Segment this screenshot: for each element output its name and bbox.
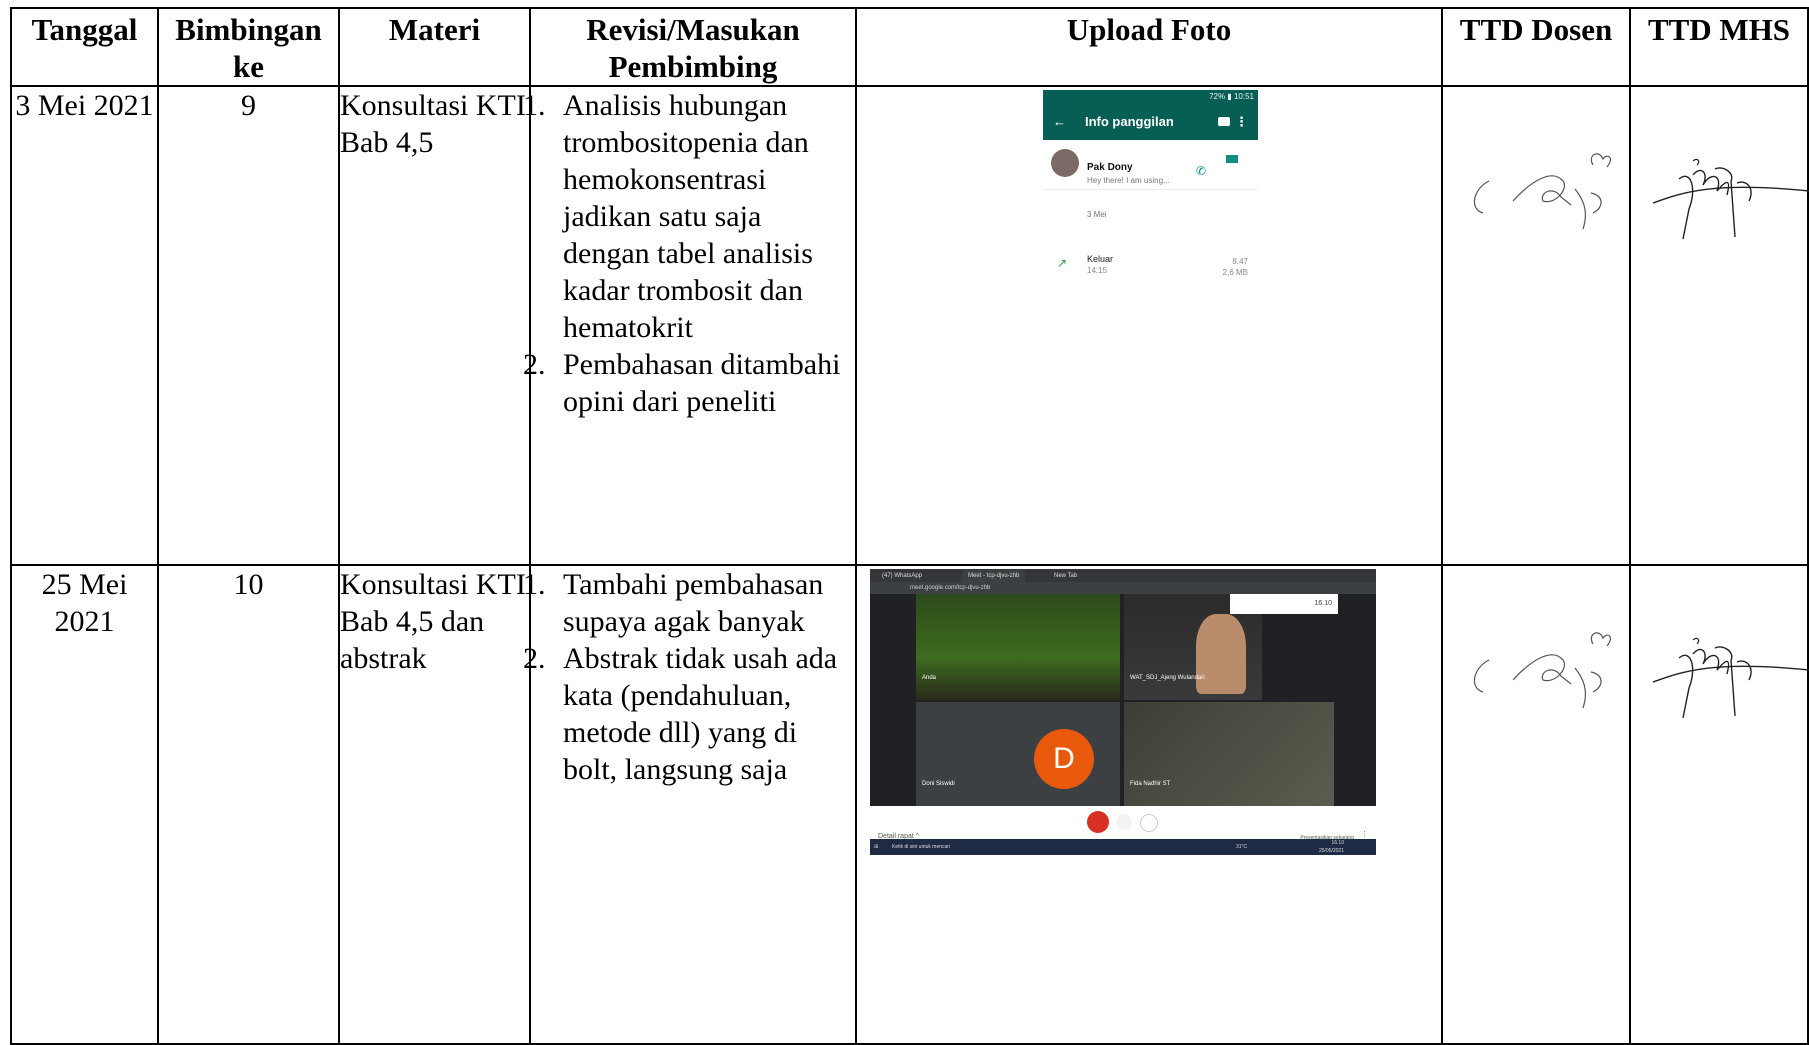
row1-bimbingan: 9 — [157, 85, 340, 566]
row1-revisi: Analisis hubungan trombositopenia dan he… — [529, 85, 857, 566]
header-tanggal: Tanggal — [10, 7, 159, 87]
video-grid: Anda WAT_SDJ_Ajeng Wulandari 16.10 D Don… — [870, 594, 1376, 806]
meet-toolbar: Detail rapat ^ Presentasikan sekarang ⋮ — [870, 806, 1376, 841]
row2-materi: Konsultasi KTI Bab 4,5 dan abstrak — [338, 564, 531, 1045]
lecturer-signature — [1473, 632, 1611, 709]
avatar — [1051, 149, 1079, 177]
meet-top-controls: 16.10 — [1230, 594, 1338, 614]
taskbar-date: 25/05/2021 — [1318, 848, 1344, 854]
row1-revisi-item: Analisis hubungan trombositopenia dan he… — [553, 87, 855, 346]
taskbar-time: 16.10 — [1331, 840, 1344, 846]
header-upload-foto: Upload Foto — [855, 7, 1443, 87]
whatsapp-call-info-screenshot: 72% ▮ 10:51 ← Info panggilan ⋮ Pak Dony … — [1043, 90, 1258, 277]
taskbar-weather: 31°C — [1236, 844, 1248, 850]
phone-app-bar: ← Info panggilan ⋮ — [1043, 104, 1258, 140]
call-time: 14:15 — [1087, 266, 1108, 275]
row1-ttd-mhs — [1629, 85, 1809, 566]
call-size: 2,6 MB — [1222, 268, 1248, 277]
row2-revisi-item: Abstrak tidak usah ada kata (pendahuluan… — [553, 640, 855, 788]
browser-tabs: (47) WhatsApp Meet - tcp-djvu-zhb New Ta… — [870, 569, 1376, 582]
participant-label: Fida Nadhir ST — [1130, 781, 1171, 787]
row1-ttd-dosen — [1441, 85, 1631, 566]
participant-avatar: D — [1034, 729, 1094, 789]
row2-bimbingan: 10 — [157, 564, 340, 1045]
video-tile: Fida Nadhir ST — [1124, 702, 1334, 806]
header-revisi: Revisi/Masukan Pembimbing — [529, 7, 857, 87]
table-row: 3 Mei 2021 9 Konsultasi KTI Bab 4,5 Anal… — [10, 85, 1809, 566]
mute-mic-button[interactable] — [1087, 811, 1109, 833]
windows-start-icon[interactable]: ⊞ — [874, 839, 878, 855]
guidance-log-table: Tanggal Bimbingan ke Materi Revisi/Masuk… — [10, 7, 1809, 1045]
header-ttd-mhs: TTD MHS — [1629, 7, 1809, 87]
video-tile: D Doni Siswidi — [916, 702, 1120, 806]
taskbar-clock: 16.10 25/05/2021 — [1319, 839, 1344, 855]
taskbar-search[interactable]: Ketik di sini untuk mencari — [892, 839, 950, 855]
student-signature — [1652, 158, 1809, 240]
meet-clock: 16.10 — [1314, 600, 1332, 607]
row2-tanggal: 25 Mei 2021 — [10, 564, 159, 1045]
header-row: Tanggal Bimbingan ke Materi Revisi/Masuk… — [10, 7, 1809, 87]
phone-call-icon: ✆ — [1195, 164, 1206, 178]
row1-tanggal: 3 Mei 2021 — [10, 85, 159, 566]
windows-taskbar: ⊞ Ketik di sini untuk mencari 31°C 16.10… — [870, 839, 1376, 855]
row2-ttd-mhs — [1629, 564, 1809, 1045]
browser-tab: New Tab — [1054, 573, 1078, 579]
phone-title: Info panggilan — [1085, 114, 1174, 129]
lecturer-signature — [1473, 153, 1611, 230]
row2-ttd-dosen — [1441, 564, 1631, 1045]
more-menu-icon: ⋮ — [1235, 114, 1248, 129]
video-call-icon — [1226, 155, 1238, 163]
call-log-entry: ↗ Keluar 14:15 8.47 2,6 MB — [1043, 241, 1258, 277]
message-icon — [1218, 117, 1230, 126]
row2-revisi-item: Tambahi pembahasan supaya agak banyak — [553, 566, 855, 640]
row1-materi: Konsultasi KTI Bab 4,5 — [338, 85, 531, 566]
header-bimbingan: Bimbingan ke — [157, 7, 340, 87]
back-arrow-icon: ← — [1053, 114, 1066, 129]
row1-revisi-item: Pembahasan ditambahi opini dari peneliti — [553, 346, 855, 420]
table-row: 25 Mei 2021 10 Konsultasi KTI Bab 4,5 da… — [10, 564, 1809, 1045]
participant-label: Doni Siswidi — [922, 781, 955, 787]
header-materi: Materi — [338, 7, 531, 87]
browser-tab: (47) WhatsApp — [882, 573, 923, 579]
outgoing-arrow-icon: ↗ — [1057, 256, 1068, 270]
end-call-button[interactable] — [1116, 814, 1132, 830]
header-ttd-dosen: TTD Dosen — [1441, 7, 1631, 87]
google-meet-screenshot: (47) WhatsApp Meet - tcp-djvu-zhb New Ta… — [870, 569, 1376, 855]
row1-upload-foto: 72% ▮ 10:51 ← Info panggilan ⋮ Pak Dony … — [855, 85, 1443, 566]
contact-status: Hey there! I am using... — [1087, 176, 1170, 185]
video-tile: Anda — [916, 594, 1120, 700]
student-signature — [1652, 637, 1809, 719]
row2-upload-foto: (47) WhatsApp Meet - tcp-djvu-zhb New Ta… — [855, 564, 1443, 1045]
participant-label: Anda — [922, 675, 937, 681]
row2-revisi: Tambahi pembahasan supaya agak banyak Ab… — [529, 564, 857, 1045]
phone-status-bar: 72% ▮ 10:51 — [1043, 90, 1258, 104]
contact-row: Pak Dony Hey there! I am using... ✆ — [1043, 147, 1258, 185]
address-bar: meet.google.com/tcp-djvu-zhb — [870, 582, 1376, 594]
camera-button[interactable] — [1140, 814, 1158, 832]
participant-label: WAT_SDJ_Ajeng Wulandari — [1130, 675, 1205, 681]
browser-tab: Meet - tcp-djvu-zhb — [962, 570, 1026, 582]
